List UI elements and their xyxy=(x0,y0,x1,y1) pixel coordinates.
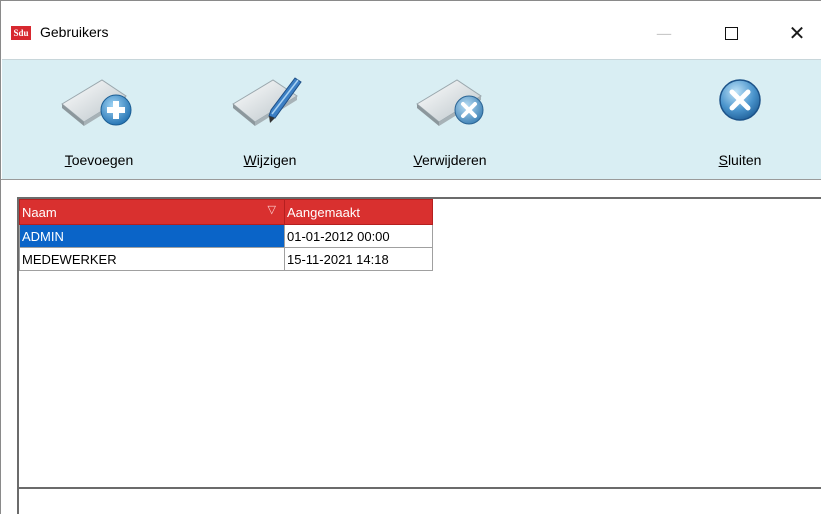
minimize-icon: — xyxy=(656,23,672,43)
minimize-button[interactable]: — xyxy=(641,15,687,51)
close-button-label: Sluiten xyxy=(718,152,762,168)
table-row[interactable]: MEDEWERKER 15-11-2021 14:18 xyxy=(19,247,433,271)
delete-button-label: Verwijderen xyxy=(413,152,487,168)
cell-aangemaakt[interactable]: 01-01-2012 00:00 xyxy=(284,224,433,248)
table-row[interactable]: ADMIN 01-01-2012 00:00 xyxy=(19,224,433,248)
status-bar xyxy=(17,487,821,514)
column-header-aangemaakt[interactable]: Aangemaakt xyxy=(284,199,433,225)
maximize-button[interactable] xyxy=(708,15,754,51)
sort-descending-icon: ▽ xyxy=(267,204,276,216)
add-button[interactable]: Toevoegen xyxy=(44,60,154,180)
delete-button[interactable]: Verwijderen xyxy=(390,60,510,180)
sdu-logo-icon: Sdu xyxy=(11,26,31,40)
window-title: Gebruikers xyxy=(40,24,109,40)
column-header-aangemaakt-label: Aangemaakt xyxy=(287,204,360,220)
toolbar: Toevoegen Wijzigen Verwijderen Sluiten xyxy=(2,59,821,179)
edit-document-icon xyxy=(232,77,302,126)
close-button[interactable]: Sluiten xyxy=(690,60,790,180)
close-icon: ✕ xyxy=(788,21,806,45)
close-window-button[interactable]: ✕ xyxy=(774,15,820,51)
header-row: Naam ▽ Aangemaakt xyxy=(19,199,433,225)
column-header-naam-label: Naam xyxy=(22,204,57,220)
users-window: Sdu Gebruikers — ✕ Toevoegen Wijzigen Ve… xyxy=(0,0,821,514)
delete-document-icon xyxy=(416,79,484,126)
maximize-icon xyxy=(724,26,738,40)
cell-naam[interactable]: ADMIN xyxy=(19,224,285,248)
add-document-icon xyxy=(61,79,132,126)
column-header-naam[interactable]: Naam ▽ xyxy=(19,199,285,225)
edit-button-label: Wijzigen xyxy=(243,152,297,168)
add-button-label: Toevoegen xyxy=(64,152,134,168)
cell-naam[interactable]: MEDEWERKER xyxy=(19,247,285,271)
users-grid[interactable]: Naam ▽ Aangemaakt ADMIN 01-01-2012 00:00… xyxy=(17,197,821,487)
toolbar-separator xyxy=(1,179,821,197)
edit-button[interactable]: Wijzigen xyxy=(215,60,325,180)
close-circle-icon xyxy=(719,79,761,121)
cell-aangemaakt[interactable]: 15-11-2021 14:18 xyxy=(284,247,433,271)
title-bar[interactable]: Sdu Gebruikers — ✕ xyxy=(1,1,821,59)
users-table: Naam ▽ Aangemaakt ADMIN 01-01-2012 00:00… xyxy=(19,199,433,271)
